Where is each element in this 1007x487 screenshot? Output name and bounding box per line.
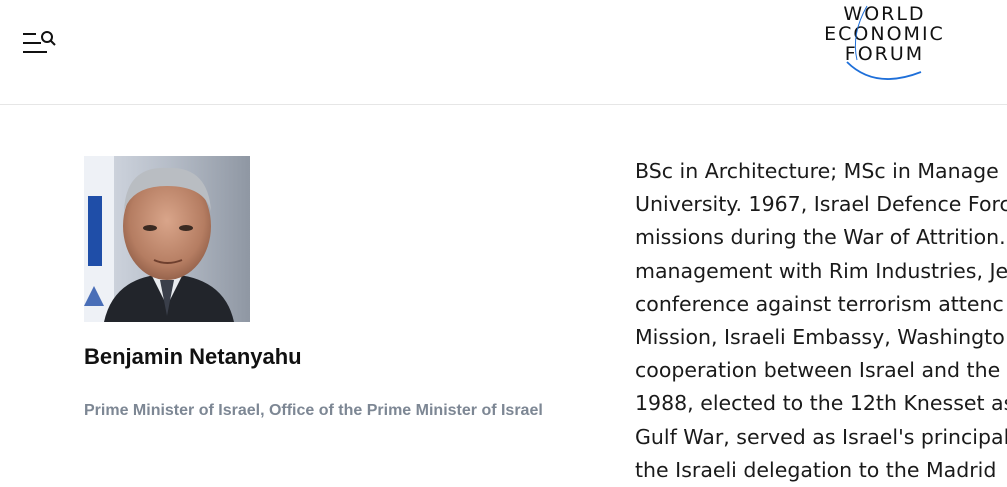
person-name: Benjamin Netanyahu [84, 344, 302, 369]
hamburger-search-icon [23, 31, 56, 53]
bio-line: University. 1967, Israel Defence Forc [635, 192, 1007, 217]
profile-photo [84, 156, 250, 322]
menu-search-button[interactable] [22, 30, 58, 56]
bio-line: Mission, Israeli Embassy, Washingto [635, 325, 1005, 350]
bio-line: the Israeli delegation to the Madrid [635, 457, 997, 482]
bio-line: cooperation between Israel and the [635, 358, 1001, 383]
bio-line: Gulf War, served as Israel's principal [635, 424, 1007, 449]
bio-line: 1988, elected to the 12th Knesset as [635, 391, 1007, 416]
portrait-photo [84, 156, 250, 322]
bio-line: conference against terrorism attenc [635, 291, 1004, 316]
bio-line: BSc in Architecture; MSc in Manage [635, 159, 999, 183]
bio-line: missions during the War of Attrition. [635, 225, 1006, 250]
bio-text: BSc in Architecture; MSc in Manage Unive… [635, 155, 1007, 487]
person-title: Prime Minister of Israel, Office of the … [84, 402, 543, 419]
logo-arc-icon [846, 5, 922, 80]
bio-line: management with Rim Industries, Je [635, 258, 1007, 283]
site-header: WORLD ECONOMIC FORUM [0, 0, 1007, 105]
wef-logo[interactable]: WORLD ECONOMIC FORUM [817, 4, 952, 84]
